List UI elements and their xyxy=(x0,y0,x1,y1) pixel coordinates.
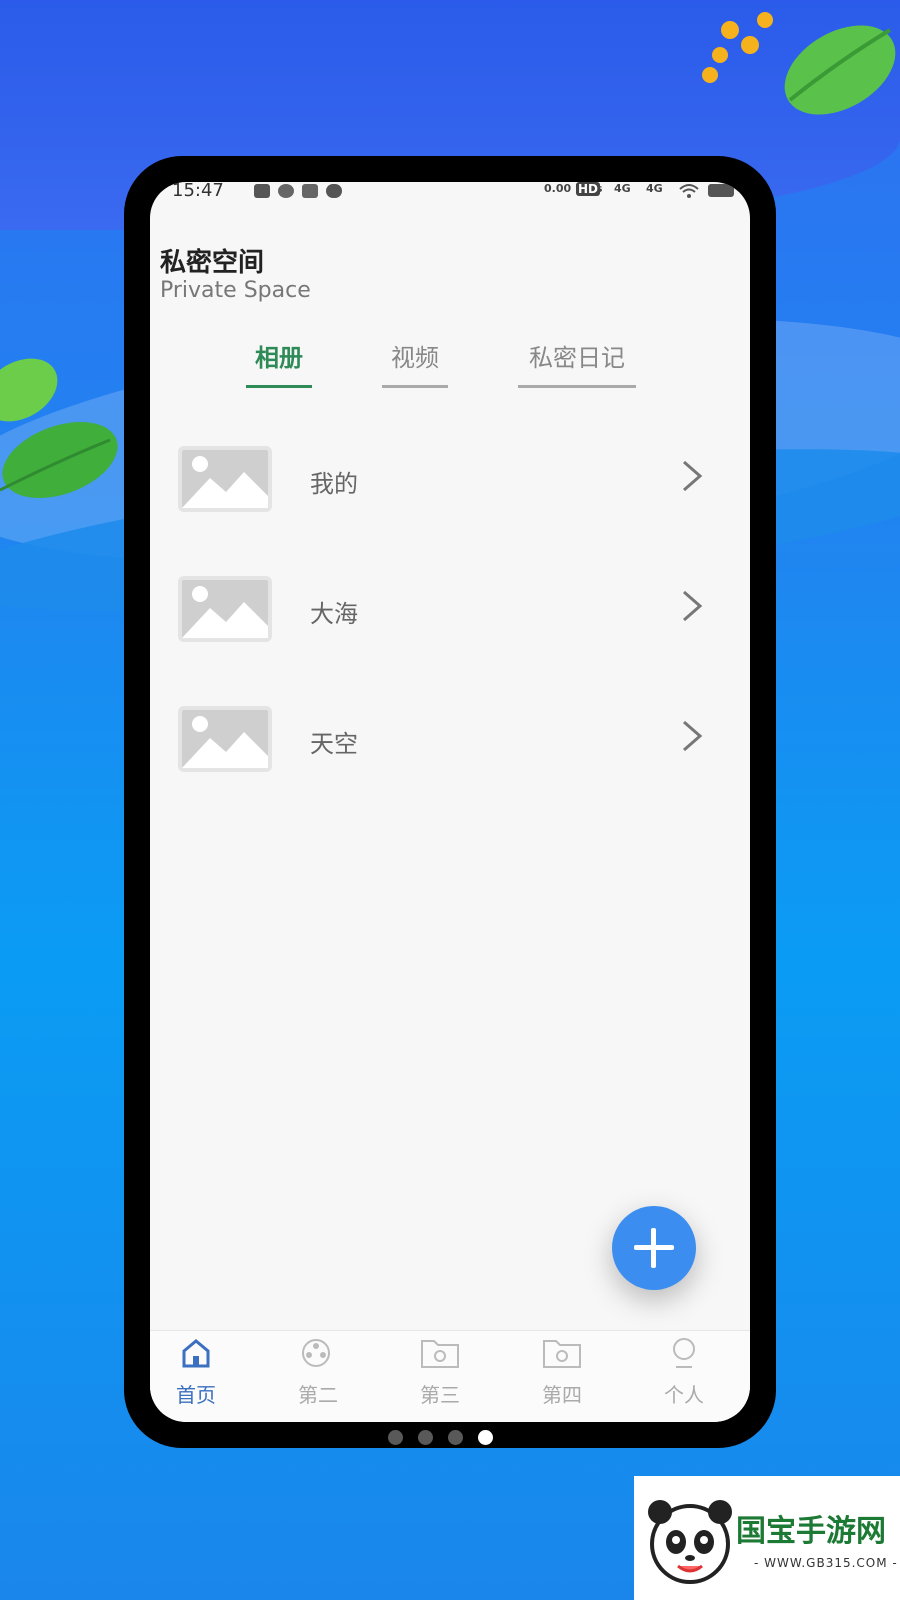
nav-item-third[interactable]: 第三 xyxy=(390,1337,490,1408)
album-row[interactable]: 天空 xyxy=(150,694,750,784)
home-icon xyxy=(182,1339,210,1368)
nav-label: 第三 xyxy=(420,1383,460,1407)
add-album-button[interactable] xyxy=(612,1206,696,1290)
page-subtitle: Private Space xyxy=(160,278,311,303)
page-dot[interactable] xyxy=(448,1430,463,1445)
person-icon xyxy=(673,1338,695,1368)
nav-label: 首页 xyxy=(176,1383,216,1407)
leaf-decoration-left xyxy=(0,358,118,498)
sim-icon xyxy=(254,184,270,198)
nav-item-home[interactable]: 首页 xyxy=(150,1337,246,1408)
tab-video[interactable]: 视频 xyxy=(382,338,448,388)
album-row[interactable]: 我的 xyxy=(150,434,750,524)
film-reel-icon xyxy=(302,1339,330,1367)
phone-screen: 15:47 0.00 KB/s HD 4G 4G 私密空间 Private Sp… xyxy=(150,182,750,1422)
folder-icon xyxy=(421,1340,459,1368)
tab-private-diary[interactable]: 私密日记 xyxy=(518,338,636,388)
image-placeholder-icon xyxy=(178,446,272,512)
nav-item-profile[interactable]: 个人 xyxy=(634,1337,734,1408)
page-dot[interactable] xyxy=(418,1430,433,1445)
nav-label: 个人 xyxy=(664,1383,704,1407)
page-dot[interactable] xyxy=(388,1430,403,1445)
sync-icon xyxy=(278,184,294,198)
page-title: 私密空间 xyxy=(160,248,265,278)
status-time: 15:47 xyxy=(172,182,224,201)
nav-label: 第四 xyxy=(542,1383,582,1407)
watermark-badge: 国宝手游网 - WWW.GB315.COM - xyxy=(634,1476,900,1600)
nav-label: 第二 xyxy=(298,1383,338,1407)
hd-badge: HD xyxy=(576,182,601,196)
wifi-icon xyxy=(679,184,699,198)
watermark-url: - WWW.GB315.COM - xyxy=(754,1556,898,1570)
folder-icon xyxy=(543,1340,581,1368)
signal-4g-2: 4G xyxy=(646,182,663,195)
album-name: 天空 xyxy=(310,730,358,758)
battery-icon xyxy=(708,184,734,197)
chevron-right-icon xyxy=(683,720,703,752)
signal-4g-1: 4G xyxy=(614,182,631,195)
album-row[interactable]: 大海 xyxy=(150,564,750,654)
chevron-right-icon xyxy=(683,460,703,492)
album-name: 大海 xyxy=(310,600,358,628)
album-name: 我的 xyxy=(310,470,358,498)
message-icon xyxy=(326,184,342,198)
nav-item-fourth[interactable]: 第四 xyxy=(512,1337,612,1408)
phone-icon xyxy=(302,184,318,198)
panda-logo-icon xyxy=(648,1500,732,1584)
page-dot-active[interactable] xyxy=(478,1430,493,1445)
image-placeholder-icon xyxy=(178,576,272,642)
chevron-right-icon xyxy=(683,590,703,622)
bottom-nav: 首页 第二 第三 第四 个人 xyxy=(150,1330,750,1422)
status-bar: 15:47 0.00 KB/s HD 4G 4G xyxy=(172,182,734,208)
tab-album[interactable]: 相册 xyxy=(246,338,312,388)
leaf-decoration-top-right xyxy=(702,12,896,115)
image-placeholder-icon xyxy=(178,706,272,772)
nav-item-second[interactable]: 第二 xyxy=(268,1337,368,1408)
watermark-site-name: 国宝手游网 xyxy=(736,1514,886,1549)
